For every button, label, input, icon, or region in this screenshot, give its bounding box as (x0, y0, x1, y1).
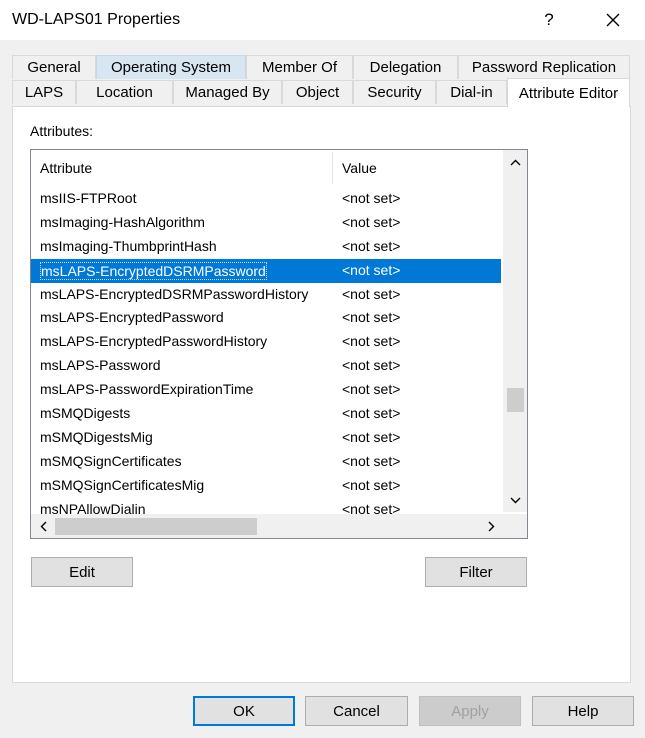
attribute-value: <not set> (342, 405, 401, 422)
list-row[interactable]: msLAPS-EncryptedPassword <not set> (31, 306, 501, 330)
attribute-name: msLAPS-PasswordExpirationTime (40, 381, 254, 398)
chevron-left-icon (40, 521, 46, 531)
column-separator[interactable] (332, 152, 333, 184)
list-row[interactable]: msImaging-ThumbprintHash <not set> (31, 235, 501, 259)
scrollbar-corner (503, 514, 527, 538)
tab-security[interactable]: Security (353, 80, 436, 104)
attribute-value: <not set> (342, 476, 401, 493)
apply-button[interactable]: Apply (419, 696, 521, 726)
scroll-left-button[interactable] (31, 514, 55, 538)
horizontal-scrollbar[interactable] (31, 514, 503, 538)
scroll-up-button[interactable] (503, 150, 527, 174)
tab-member-of[interactable]: Member Of (246, 55, 353, 79)
attribute-name: msLAPS-EncryptedDSRMPasswordHistory (40, 285, 309, 302)
horizontal-scroll-thumb[interactable] (55, 518, 257, 535)
attribute-value: <not set> (342, 333, 401, 350)
attribute-value: <not set> (342, 428, 401, 445)
list-row[interactable]: mSMQSignCertificates <not set> (31, 450, 501, 474)
chevron-down-icon (510, 497, 520, 503)
column-header-value[interactable]: Value (342, 160, 377, 176)
ok-button[interactable]: OK (193, 696, 295, 726)
attribute-value: <not set> (342, 452, 401, 469)
tab-general[interactable]: General (12, 55, 96, 79)
list-row[interactable]: mSMQDigests <not set> (31, 402, 501, 426)
filter-button[interactable]: Filter (425, 557, 527, 587)
tab-dial-in[interactable]: Dial-in (436, 80, 507, 104)
chevron-right-icon (488, 521, 494, 531)
window-title: WD-LAPS01 Properties (12, 11, 181, 28)
close-button[interactable] (594, 4, 632, 36)
attribute-name: msIIS-FTPRoot (40, 190, 137, 206)
tab-managed-by[interactable]: Managed By (173, 80, 282, 104)
attribute-name: msLAPS-EncryptedDSRMPassword (40, 261, 267, 280)
attribute-value: <not set> (342, 357, 401, 374)
tab-location[interactable]: Location (76, 80, 173, 104)
tab-object[interactable]: Object (282, 80, 353, 104)
list-row-selected[interactable]: msLAPS-EncryptedDSRMPassword <not set> (31, 258, 501, 283)
vertical-scrollbar[interactable] (503, 150, 527, 512)
list-row[interactable]: mSMQSignCertificatesMig <not set> (31, 474, 501, 498)
attributes-label: Attributes: (30, 123, 94, 139)
list-row[interactable]: msLAPS-EncryptedPasswordHistory <not set> (31, 330, 501, 354)
attribute-value: <not set> (342, 381, 401, 398)
attribute-value: <not set> (342, 261, 401, 278)
vertical-scroll-thumb[interactable] (507, 388, 524, 412)
list-row[interactable]: msLAPS-Password <not set> (31, 354, 501, 378)
attribute-name: mSMQSignCertificates (40, 452, 182, 469)
attribute-value: <not set> (342, 190, 401, 206)
attribute-value: <not set> (342, 213, 401, 230)
list-row[interactable]: msLAPS-EncryptedDSRMPasswordHistory <not … (31, 283, 501, 307)
chevron-up-icon (510, 159, 520, 165)
attribute-value: <not set> (342, 285, 401, 302)
attribute-name: msLAPS-EncryptedPassword (40, 309, 224, 326)
cancel-button[interactable]: Cancel (305, 696, 408, 726)
title-bar: WD-LAPS01 Properties ? (0, 0, 645, 40)
tab-operating-system[interactable]: Operating System (96, 55, 246, 79)
attribute-value: <not set> (342, 237, 401, 254)
tab-delegation[interactable]: Delegation (353, 55, 458, 79)
tab-password-replication[interactable]: Password Replication (458, 55, 630, 79)
close-icon (606, 13, 620, 27)
column-header-attribute[interactable]: Attribute (40, 160, 92, 176)
list-row[interactable]: msLAPS-PasswordExpirationTime <not set> (31, 378, 501, 402)
list-header: Attribute Value (31, 150, 501, 186)
attribute-name: mSMQDigestsMig (40, 428, 153, 445)
attribute-name: mSMQSignCertificatesMig (40, 476, 205, 493)
help-dialog-button[interactable]: Help (532, 696, 634, 726)
attribute-name: msLAPS-EncryptedPasswordHistory (40, 333, 268, 350)
tab-row-2: LAPS Location Managed By Object Security… (12, 78, 630, 107)
edit-button[interactable]: Edit (31, 557, 133, 587)
tab-attribute-editor[interactable]: Attribute Editor (507, 78, 630, 107)
scroll-right-button[interactable] (479, 514, 503, 538)
list-row[interactable]: msImaging-HashAlgorithm <not set> (31, 211, 501, 235)
tab-laps[interactable]: LAPS (12, 80, 76, 104)
attribute-name: msImaging-HashAlgorithm (40, 213, 205, 230)
attribute-name: msLAPS-Password (40, 357, 161, 374)
attribute-name: mSMQDigests (40, 405, 131, 422)
scroll-down-button[interactable] (503, 488, 527, 512)
list-rows: msIIS-FTPRoot <not set> msImaging-HashAlg… (31, 187, 501, 521)
list-row[interactable]: mSMQDigestsMig <not set> (31, 426, 501, 450)
list-row[interactable]: msIIS-FTPRoot <not set> (31, 187, 501, 211)
attributes-list[interactable]: Attribute Value msIIS-FTPRoot <not set> m… (30, 149, 528, 539)
attribute-name: msImaging-ThumbprintHash (40, 237, 217, 254)
attribute-value: <not set> (342, 309, 401, 326)
help-button[interactable]: ? (530, 4, 568, 36)
